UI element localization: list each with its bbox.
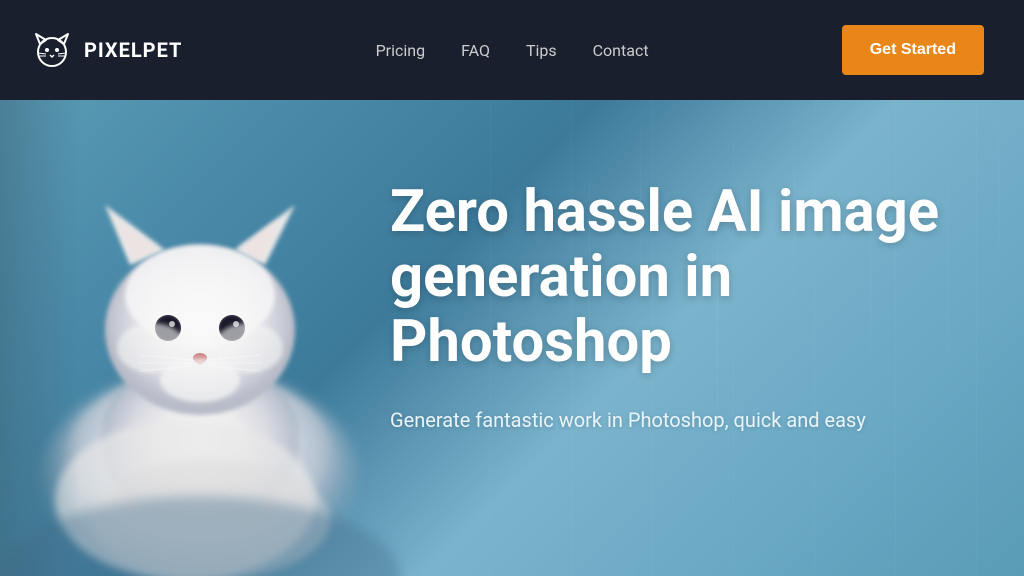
nav-link-faq[interactable]: FAQ	[461, 41, 490, 60]
logo-text: PIXELPET	[84, 38, 182, 62]
hero-title: Zero hassle AI image generation in Photo…	[390, 180, 970, 375]
nav-links: Pricing FAQ Tips Contact	[376, 41, 649, 60]
get-started-button[interactable]: Get Started	[842, 25, 984, 75]
logo[interactable]: PIXELPET	[30, 28, 182, 72]
nav-link-tips[interactable]: Tips	[526, 41, 557, 60]
nav-link-contact[interactable]: Contact	[593, 41, 649, 60]
hero-section: Zero hassle AI image generation in Photo…	[0, 100, 1024, 576]
hero-content: Zero hassle AI image generation in Photo…	[390, 180, 970, 435]
cat-svg	[0, 100, 420, 576]
navbar: PIXELPET Pricing FAQ Tips Contact Get St…	[0, 0, 1024, 100]
pixelpet-logo-icon	[30, 28, 74, 72]
nav-link-pricing[interactable]: Pricing	[376, 41, 426, 60]
cat-image	[0, 100, 420, 576]
hero-subtitle: Generate fantastic work in Photoshop, qu…	[390, 405, 970, 435]
